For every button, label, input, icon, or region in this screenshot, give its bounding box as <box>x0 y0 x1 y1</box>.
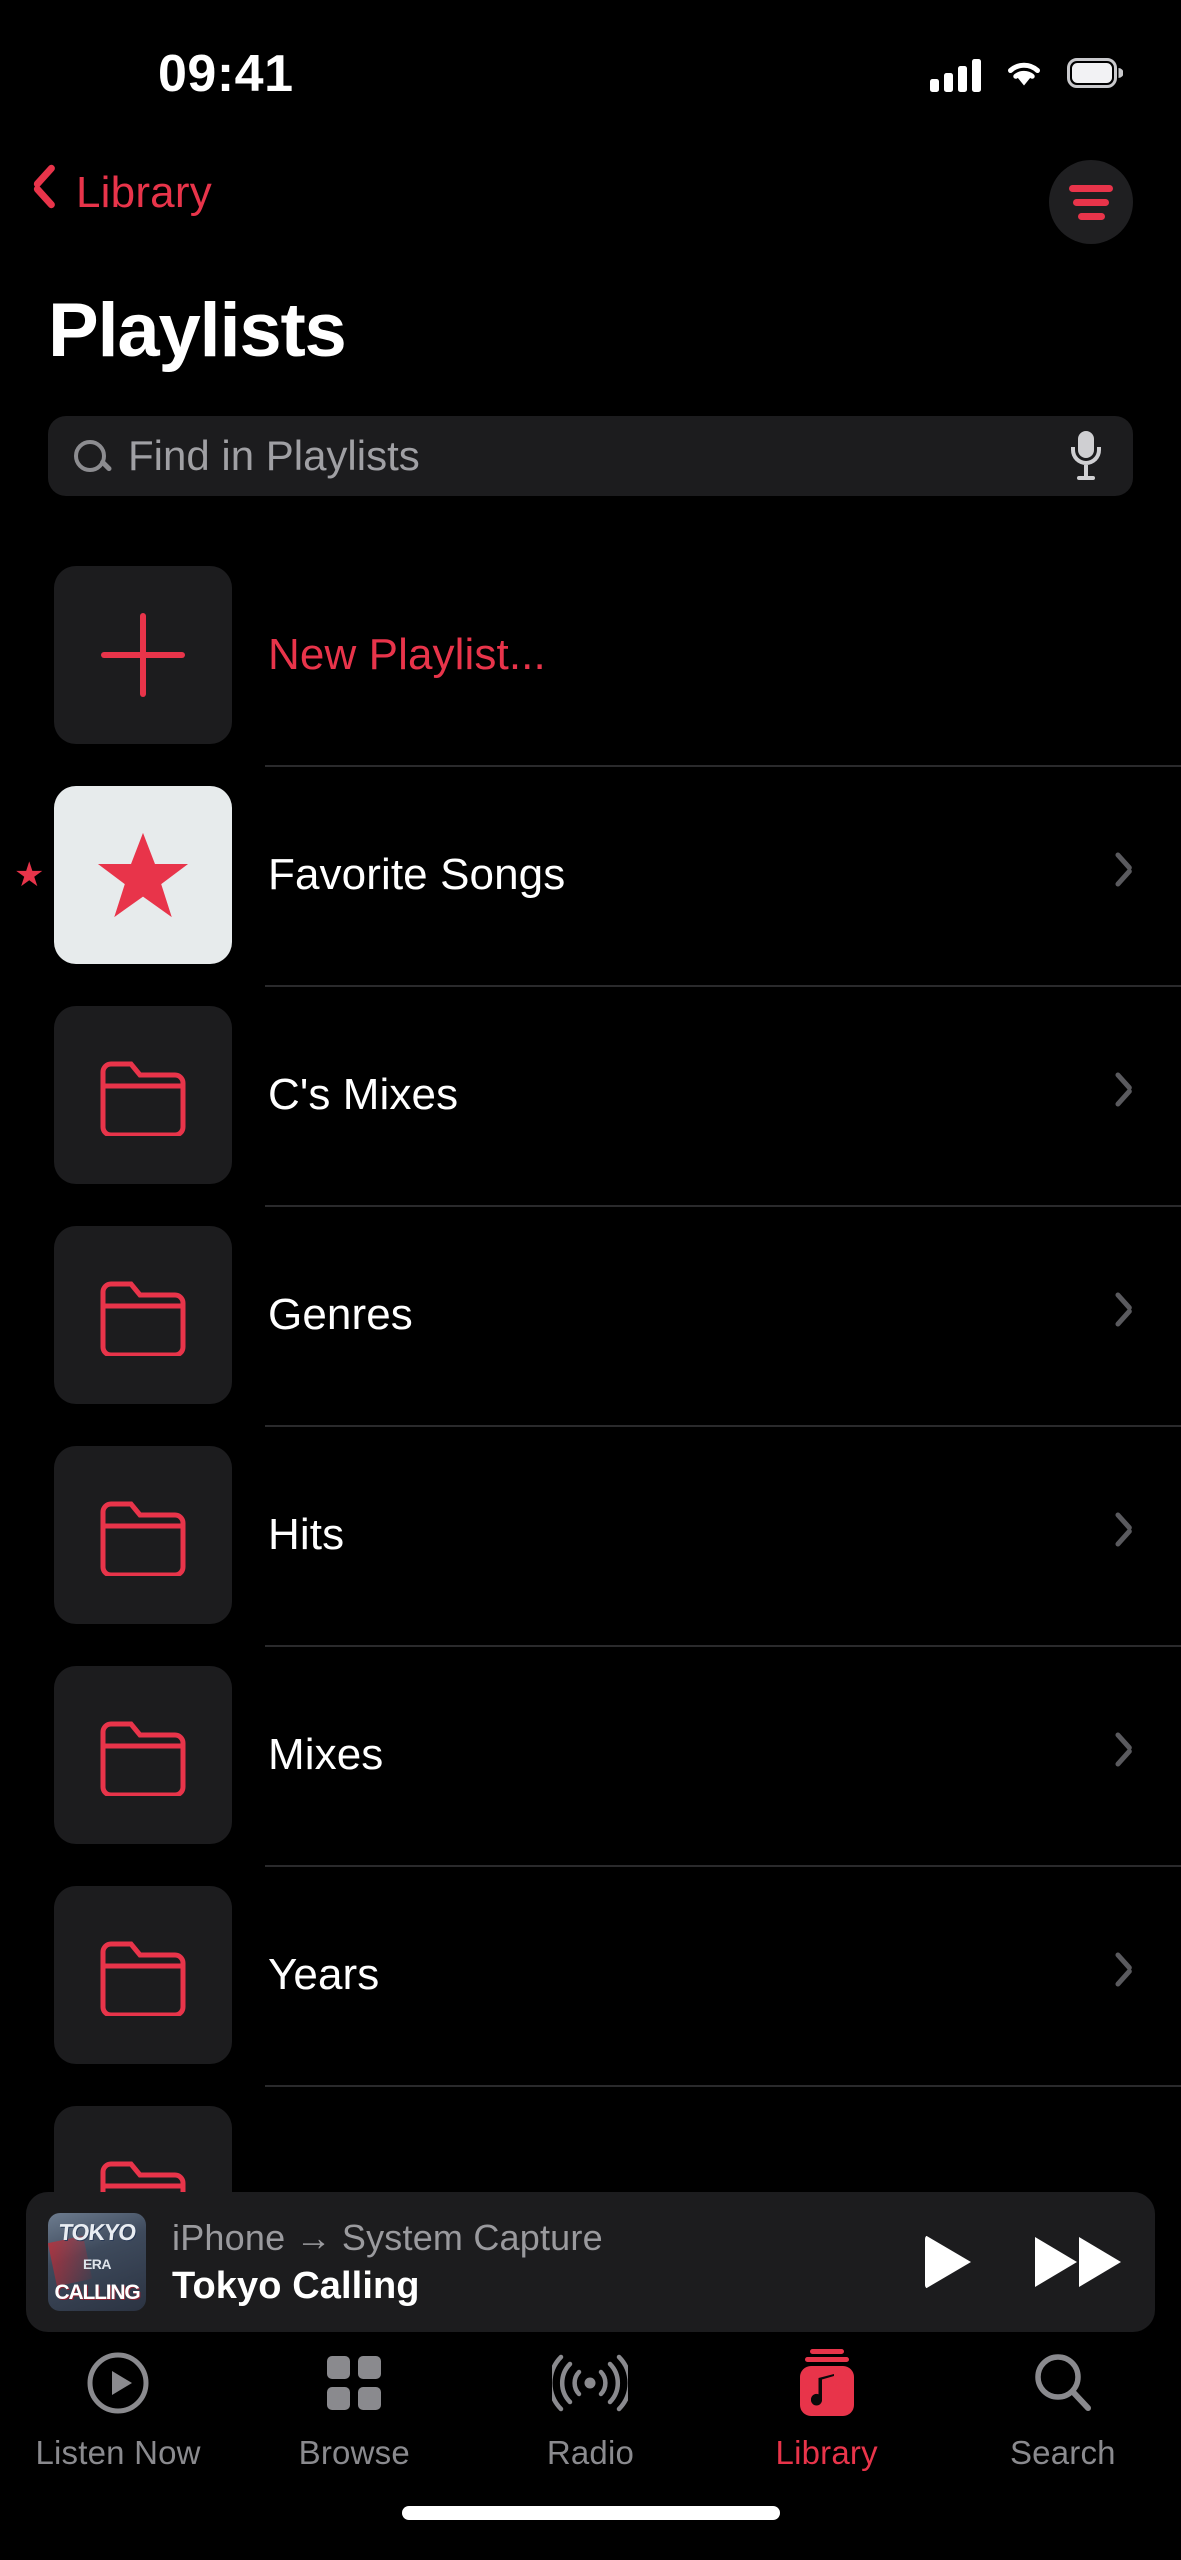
tab-library[interactable]: Library <box>709 2348 945 2472</box>
chevron-right-icon <box>1115 1956 1137 1994</box>
list-item-favorite-songs[interactable]: ★ Favorite Songs <box>0 765 1181 985</box>
list-item-label: Mixes <box>268 1730 384 1779</box>
back-button[interactable]: Library <box>32 168 212 218</box>
chevron-right-icon <box>1115 1736 1137 1774</box>
battery-full-icon <box>1067 57 1124 93</box>
folder-icon <box>100 1501 186 1576</box>
folder-tile <box>54 1006 232 1184</box>
album-artwork: TOKYO ERA CALLING <box>48 2213 146 2311</box>
status-bar-clock: 09:41 <box>158 45 294 103</box>
play-circle-icon <box>87 2348 149 2418</box>
radio-waves-icon <box>552 2348 629 2418</box>
search-field[interactable]: Find in Playlists <box>48 416 1133 496</box>
folder-tile <box>54 1446 232 1624</box>
list-item-hits[interactable]: Hits <box>0 1425 1181 1645</box>
play-icon[interactable] <box>925 2235 971 2289</box>
sort-filter-button[interactable] <box>1049 160 1133 244</box>
home-indicator <box>401 2506 780 2520</box>
back-button-label: Library <box>76 168 212 217</box>
star-icon <box>97 832 189 918</box>
chevron-right-icon <box>1115 1516 1137 1554</box>
list-item-label: New Playlist... <box>268 630 546 679</box>
folder-tile <box>54 1886 232 2064</box>
list-item-label: Favorite Songs <box>268 850 566 899</box>
now-playing-controls <box>925 2235 1121 2289</box>
tab-label: Search <box>1009 2434 1116 2471</box>
artwork-line-1: TOKYO <box>57 2219 137 2245</box>
sort-filter-icon-bar-3 <box>1077 212 1105 220</box>
favorite-marker-icon: ★ <box>14 856 45 894</box>
artwork-line-3: CALLING <box>54 2281 141 2304</box>
now-playing-info: iPhone → System Capture Tokyo Calling <box>172 2217 603 2308</box>
tab-label: Browse <box>298 2434 410 2471</box>
tab-label: Radio <box>546 2434 635 2471</box>
wifi-icon <box>1003 57 1045 94</box>
airplay-route-label: iPhone → System Capture <box>172 2216 603 2258</box>
chevron-right-icon <box>1115 856 1137 894</box>
tab-label: Library <box>775 2434 878 2471</box>
tab-label: Listen Now <box>35 2434 201 2471</box>
now-playing-title: Tokyo Calling <box>172 2264 420 2307</box>
list-item-cs-mixes[interactable]: C's Mixes <box>0 985 1181 1205</box>
music-library-icon <box>796 2348 858 2418</box>
folder-icon <box>100 1941 186 2016</box>
sort-filter-icon-bar-2 <box>1073 198 1109 206</box>
list-item-mixes[interactable]: Mixes <box>0 1645 1181 1865</box>
chevron-right-icon <box>1115 1296 1137 1334</box>
list-item-label: Hits <box>268 1510 345 1559</box>
folder-icon <box>100 1061 186 1136</box>
sort-filter-icon-bar-1 <box>1069 184 1113 192</box>
playlist-list: New Playlist... ★ Favorite Songs C's Mix… <box>0 545 1181 2305</box>
favorite-songs-tile <box>54 786 232 964</box>
search-placeholder: Find in Playlists <box>128 432 420 479</box>
tab-radio[interactable]: Radio <box>472 2348 708 2472</box>
grid-icon <box>325 2348 383 2418</box>
folder-tile <box>54 1666 232 1844</box>
folder-tile <box>54 1226 232 1404</box>
cellular-signal-icon <box>930 58 981 92</box>
plus-icon <box>101 613 185 697</box>
chevron-left-icon <box>32 169 60 217</box>
list-item-label: C's Mixes <box>268 1070 459 1119</box>
list-item-genres[interactable]: Genres <box>0 1205 1181 1425</box>
list-item-new-playlist[interactable]: New Playlist... <box>0 545 1181 765</box>
search-icon <box>74 440 106 472</box>
microphone-icon[interactable] <box>1069 431 1103 481</box>
new-playlist-tile <box>54 566 232 744</box>
list-item-label: Genres <box>268 1290 413 1339</box>
search-icon <box>1032 2348 1094 2418</box>
status-bar: 09:41 <box>0 0 1181 138</box>
tab-browse[interactable]: Browse <box>236 2348 472 2472</box>
tab-search[interactable]: Search <box>945 2348 1181 2472</box>
list-item-label: Years <box>268 1950 380 1999</box>
folder-icon <box>100 1281 186 1356</box>
artwork-line-2: ERA <box>82 2255 112 2272</box>
tab-bar: Listen Now Browse Radio Library Search <box>0 2334 1181 2494</box>
status-bar-indicators <box>930 57 1124 94</box>
page-title: Playlists <box>48 288 347 373</box>
navigation-bar: Library <box>0 160 1181 270</box>
chevron-right-icon <box>1115 1076 1137 1114</box>
app-screen: 09:41 Library Playlists Find in Playlist… <box>0 0 1181 2560</box>
now-playing-bar[interactable]: TOKYO ERA CALLING iPhone → System Captur… <box>26 2192 1155 2332</box>
folder-icon <box>100 1721 186 1796</box>
tab-listen-now[interactable]: Listen Now <box>0 2348 236 2472</box>
list-item-years[interactable]: Years <box>0 1865 1181 2085</box>
fast-forward-icon[interactable] <box>1035 2237 1121 2287</box>
